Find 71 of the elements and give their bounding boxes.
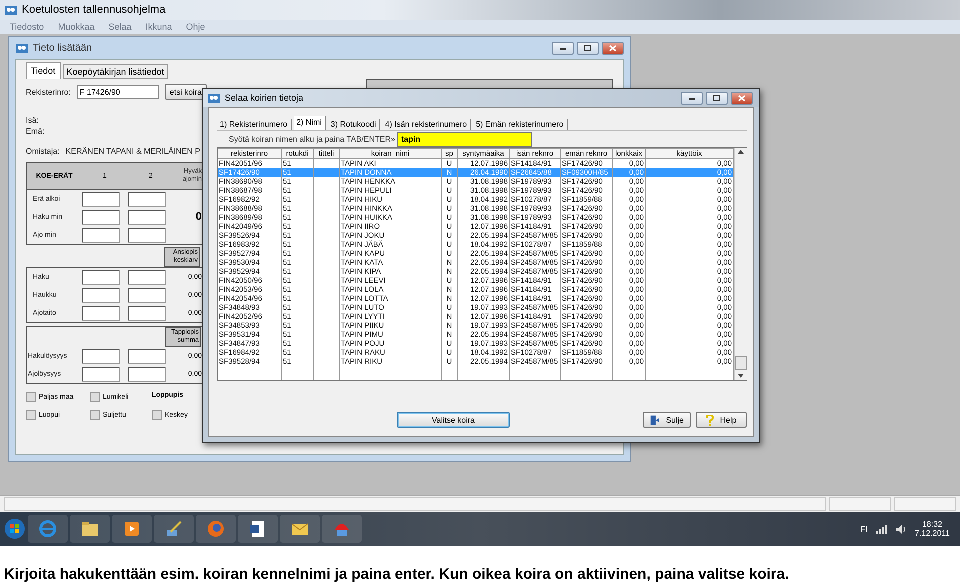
network-icon[interactable] (876, 524, 888, 534)
clock-date[interactable]: 7.12.2011 (915, 529, 950, 538)
help-button[interactable]: Help (696, 412, 747, 428)
speaker-icon[interactable] (896, 524, 907, 534)
tab[interactable]: Koepöytäkirjan lisätiedot (62, 64, 168, 79)
select-button[interactable]: Valitse koira (397, 412, 510, 428)
checkbox[interactable] (26, 410, 36, 420)
down-arrow-icon[interactable] (738, 374, 744, 378)
field-label: Rekisterinro: (26, 88, 71, 96)
maximize-icon[interactable] (584, 44, 592, 52)
dialog-title: Selaa koirien tietoja (225, 93, 305, 103)
total-value: 0 (194, 211, 202, 223)
checkbox[interactable] (26, 392, 36, 402)
question-mark-icon (706, 414, 714, 426)
door-icon (650, 414, 660, 426)
checkbox[interactable] (152, 410, 162, 420)
input-field[interactable] (128, 192, 166, 206)
tab[interactable]: Tiedot (26, 62, 61, 79)
input-field[interactable]: F 17426/90 (76, 85, 159, 99)
input-field[interactable] (82, 192, 120, 206)
clock-time[interactable]: 18:32 (922, 520, 943, 529)
language-indicator[interactable]: FI (860, 524, 868, 534)
input-field[interactable] (128, 306, 166, 320)
input-field[interactable] (82, 306, 120, 320)
search-label: Syötä koiran nimen alku ja paina TAB/ENTER» (229, 134, 396, 144)
menu-item[interactable]: Selaa (108, 22, 132, 32)
search-field[interactable]: tapin (397, 132, 532, 146)
menu-item[interactable]: Tiedosto (10, 22, 44, 32)
field-label: Omistaja: (26, 146, 60, 156)
close-icon[interactable] (609, 44, 617, 52)
owner-text: KERÄNEN TAPANI & MERILÄINEN P (66, 146, 200, 156)
app-icon (4, 4, 18, 16)
input-field[interactable] (128, 228, 166, 242)
start-icon[interactable] (4, 518, 26, 540)
input-field[interactable] (128, 348, 166, 364)
input-field[interactable] (82, 228, 120, 242)
checkbox[interactable] (90, 392, 100, 402)
input-field[interactable] (128, 270, 166, 284)
close-button[interactable]: Sulje (643, 412, 691, 428)
close-icon[interactable] (738, 94, 746, 102)
window-title: Tieto lisätään (33, 42, 94, 54)
menu-item[interactable]: Ikkuna (146, 22, 172, 32)
input-field[interactable] (82, 270, 120, 284)
up-arrow-icon[interactable] (738, 150, 744, 154)
minimize-icon[interactable] (688, 95, 696, 101)
menu-item[interactable]: Muokkaa (58, 22, 95, 32)
menu-item[interactable]: Ohje (186, 22, 206, 32)
scroll-thumb[interactable] (735, 356, 747, 370)
maximize-icon[interactable] (713, 94, 721, 102)
tab[interactable]: 5) Emän rekisterinumero (473, 119, 568, 130)
input-field[interactable] (128, 366, 166, 382)
field-label: Isä: (26, 116, 39, 124)
app-icon (15, 42, 29, 54)
input-field[interactable] (82, 348, 120, 364)
tab[interactable]: 1) Rekisterinumero (217, 119, 292, 130)
input-field[interactable] (82, 210, 120, 224)
checkbox[interactable] (90, 410, 100, 420)
minimize-icon[interactable] (559, 45, 567, 51)
input-field[interactable] (128, 288, 166, 302)
tab[interactable]: 2) Nimi (294, 116, 326, 130)
input-field[interactable] (82, 366, 120, 382)
field-label: Emä: (26, 126, 45, 136)
app-icon (207, 92, 221, 104)
input-field[interactable] (82, 288, 120, 302)
tab[interactable]: 4) Isän rekisterinumero (382, 119, 472, 130)
input-field[interactable] (128, 210, 166, 224)
find-button[interactable]: etsi koira (164, 84, 207, 100)
caption-text: Kirjoita hakukenttään esim. koiran kennelnimi ja paina enter. Kun oikea koira on aktiivinen, paina valitse koira. (4, 566, 790, 583)
tab[interactable]: 3) Rotukoodi (328, 119, 380, 130)
window-title: Koetulosten tallennusohjelma (22, 4, 166, 16)
scrollbar[interactable] (734, 148, 747, 380)
